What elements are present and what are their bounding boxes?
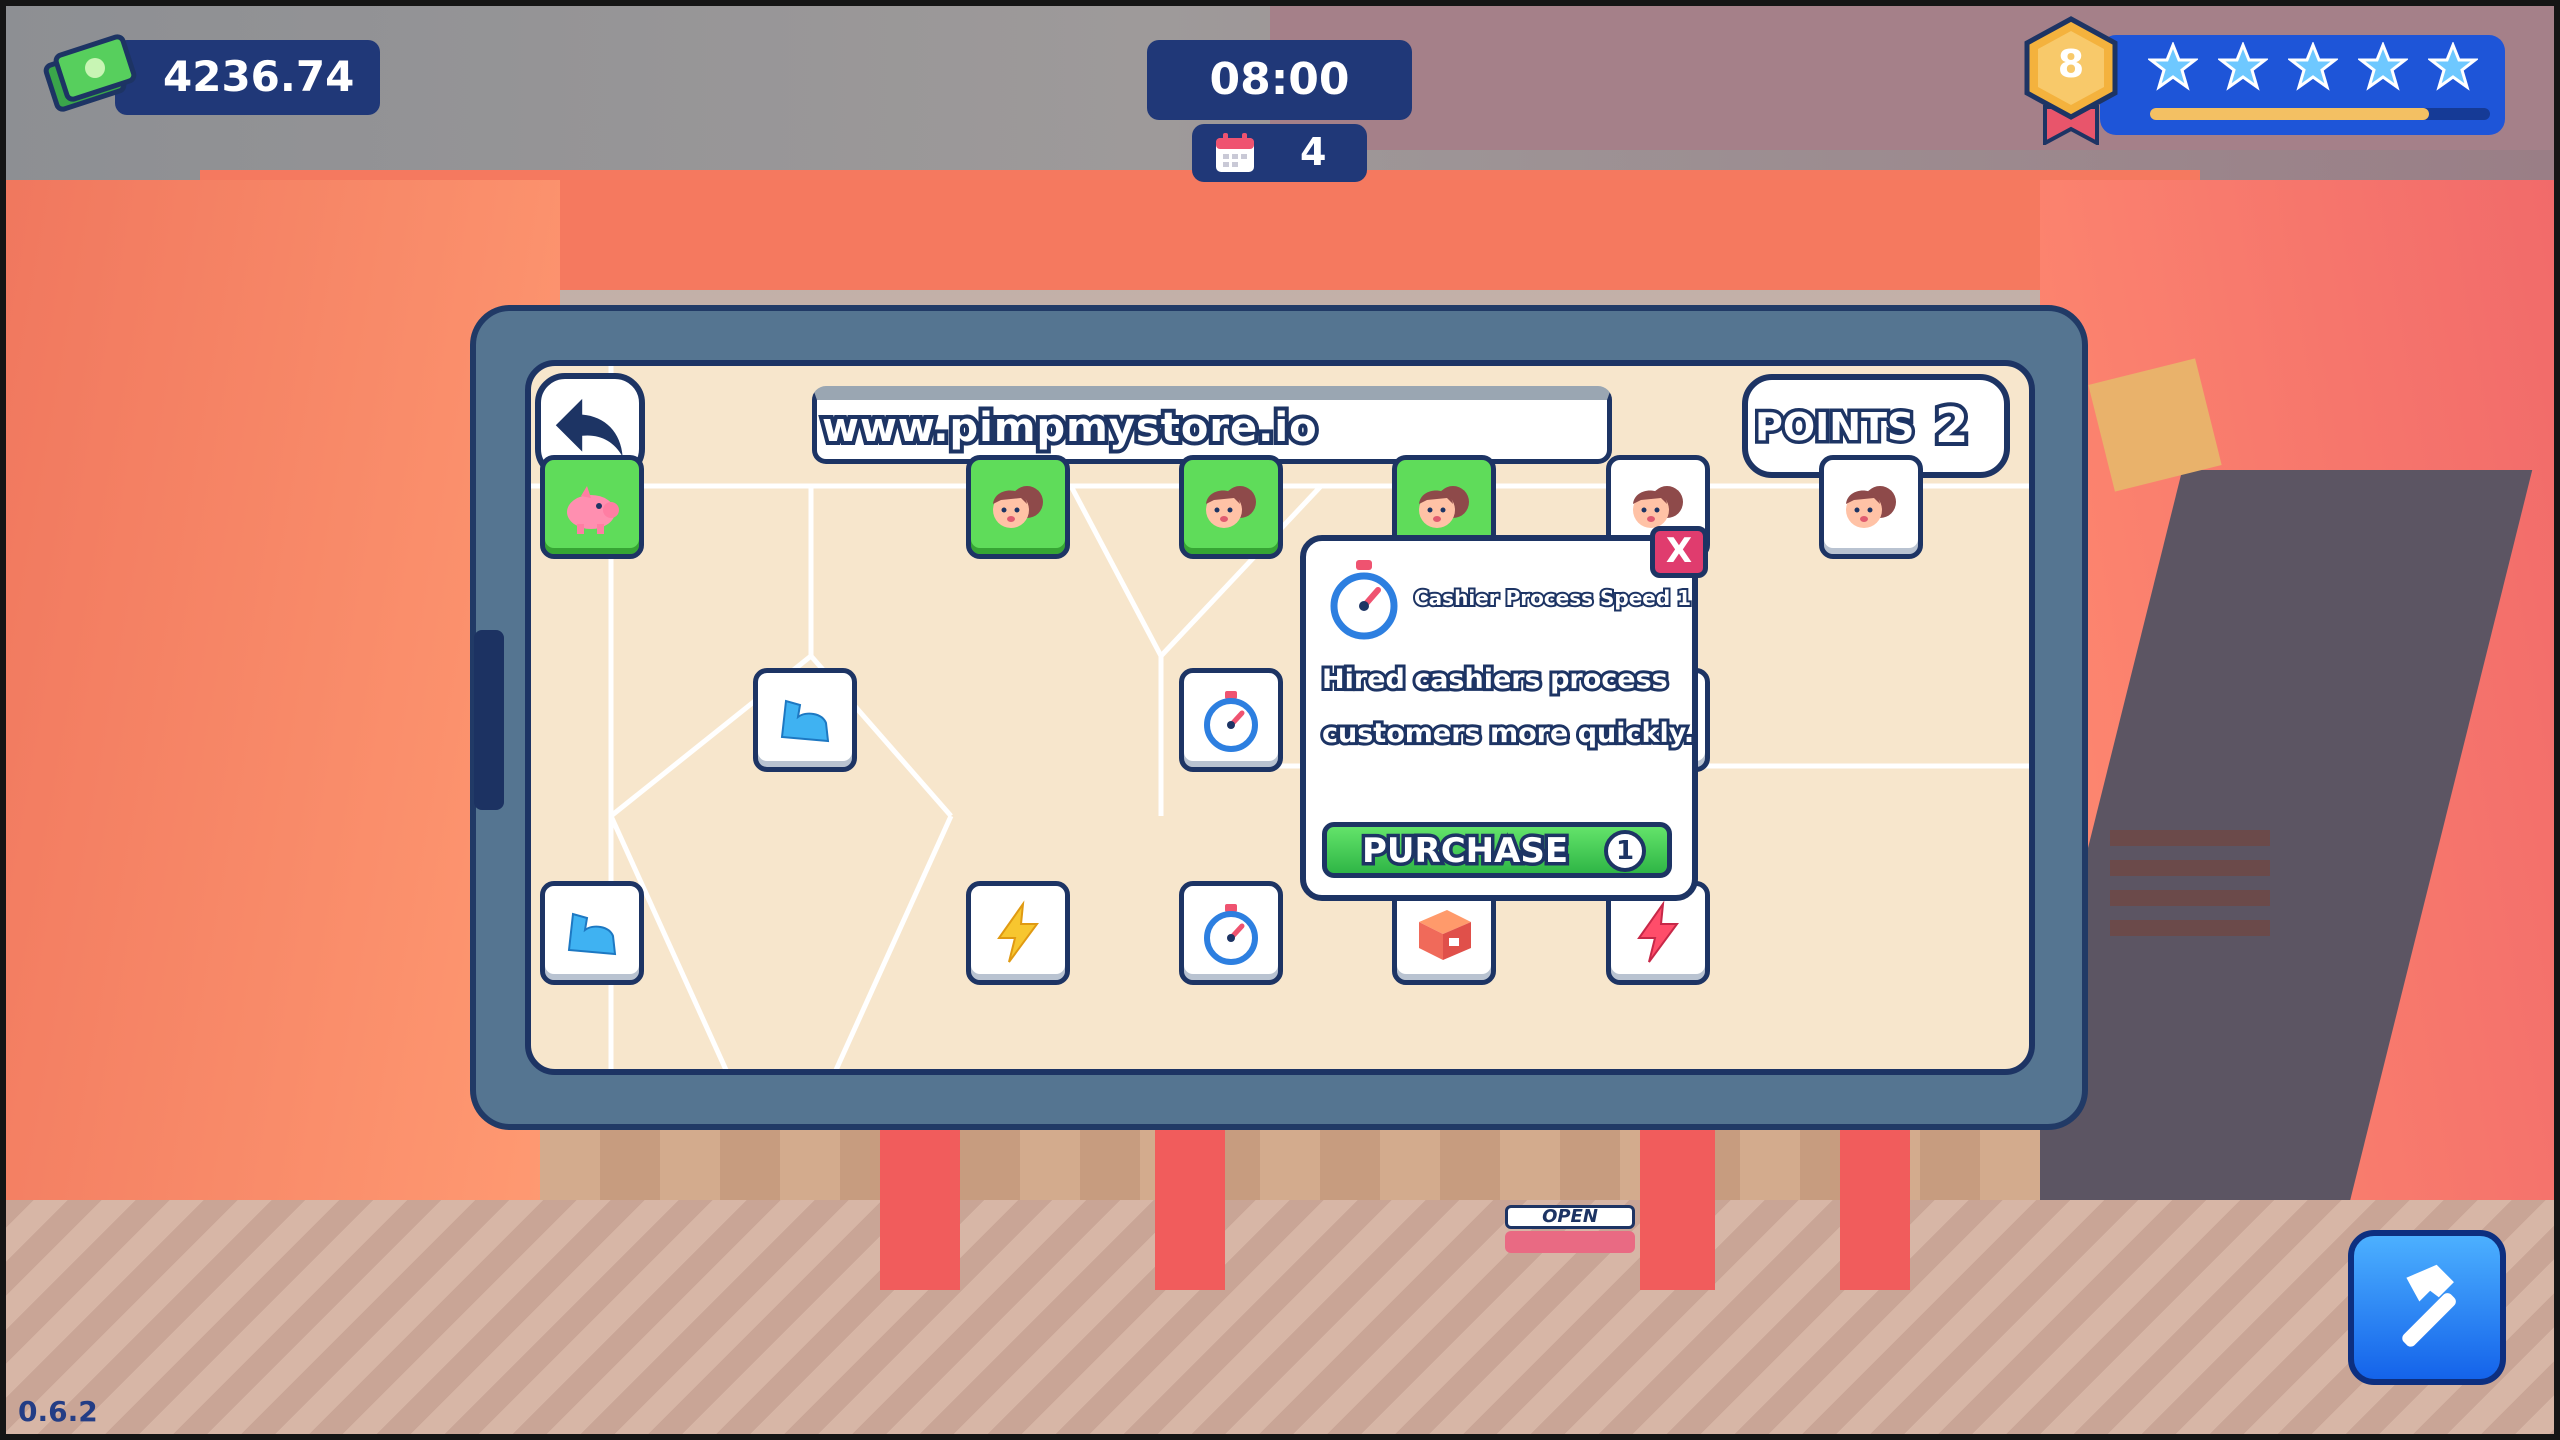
tooltip-description: Hired cashiers process [1319, 661, 1671, 698]
strength-icon [780, 699, 830, 743]
lightning-icon [1637, 900, 1679, 963]
version-label: 0.6.2 [18, 1395, 98, 1428]
build-mode-button[interactable] [2348, 1230, 2506, 1385]
phone-side-button [474, 630, 504, 810]
purchase-label: PURCHASE [1358, 828, 1571, 875]
star-icon [2428, 42, 2478, 91]
cashier-icon [1206, 486, 1256, 528]
clock-display: 08:00 [1147, 40, 1412, 120]
calendar-icon [1216, 133, 1254, 172]
star-icon [2358, 42, 2408, 91]
url-text: www.pimpmystore.io [818, 401, 1321, 455]
cashier-icon [993, 486, 1043, 528]
star-rating [2148, 42, 2478, 92]
cashier-icon [1419, 486, 1469, 528]
skill-node-strength[interactable] [540, 881, 644, 985]
skill-node-stopwatch[interactable] [1179, 668, 1283, 772]
lightning-icon [997, 900, 1039, 963]
box-icon [1419, 910, 1471, 960]
cashier-icon [1846, 486, 1896, 528]
skill-node-cashier[interactable] [1179, 455, 1283, 559]
strength-icon [567, 912, 617, 956]
star-icon [2218, 42, 2268, 91]
points-label: POINTS [1751, 402, 1917, 453]
stopwatch-icon [1204, 904, 1258, 965]
skill-node-lightning[interactable] [966, 881, 1070, 985]
purchase-cost-badge: 1 [1604, 830, 1646, 872]
skill-node-cashier[interactable] [966, 455, 1070, 559]
money-value: 4236.74 [163, 52, 355, 101]
tooltip-close-button[interactable]: X [1650, 526, 1708, 578]
xp-progress-bar [2150, 108, 2490, 120]
open-close-sign[interactable]: OPEN [1505, 1205, 1635, 1257]
day-counter: 4 [1192, 124, 1367, 182]
piggy-bank-icon [567, 486, 619, 534]
level-value: 8 [2057, 42, 2085, 86]
skill-node-strength[interactable] [753, 668, 857, 772]
tooltip-description: customers more quickly. [1319, 715, 1697, 752]
pallet [2110, 830, 2270, 940]
money-display: 4236.74 [115, 40, 380, 115]
day-value: 4 [1300, 130, 1327, 174]
stopwatch-icon [1330, 560, 1398, 640]
stopwatch-icon [1204, 691, 1258, 752]
star-icon [2148, 42, 2198, 91]
points-value: 2 [1931, 394, 1973, 458]
skill-node-stopwatch[interactable] [1179, 881, 1283, 985]
sidewalk [0, 1200, 2560, 1440]
skill-node-piggy-bank[interactable] [540, 455, 644, 559]
hammer-icon [2402, 1264, 2456, 1347]
tooltip-title: Cashier Process Speed 1 [1412, 584, 1693, 612]
star-icon [2288, 42, 2338, 91]
skill-node-cashier[interactable] [1819, 455, 1923, 559]
cash-icon [43, 34, 137, 112]
xp-progress-fill [2150, 108, 2429, 120]
